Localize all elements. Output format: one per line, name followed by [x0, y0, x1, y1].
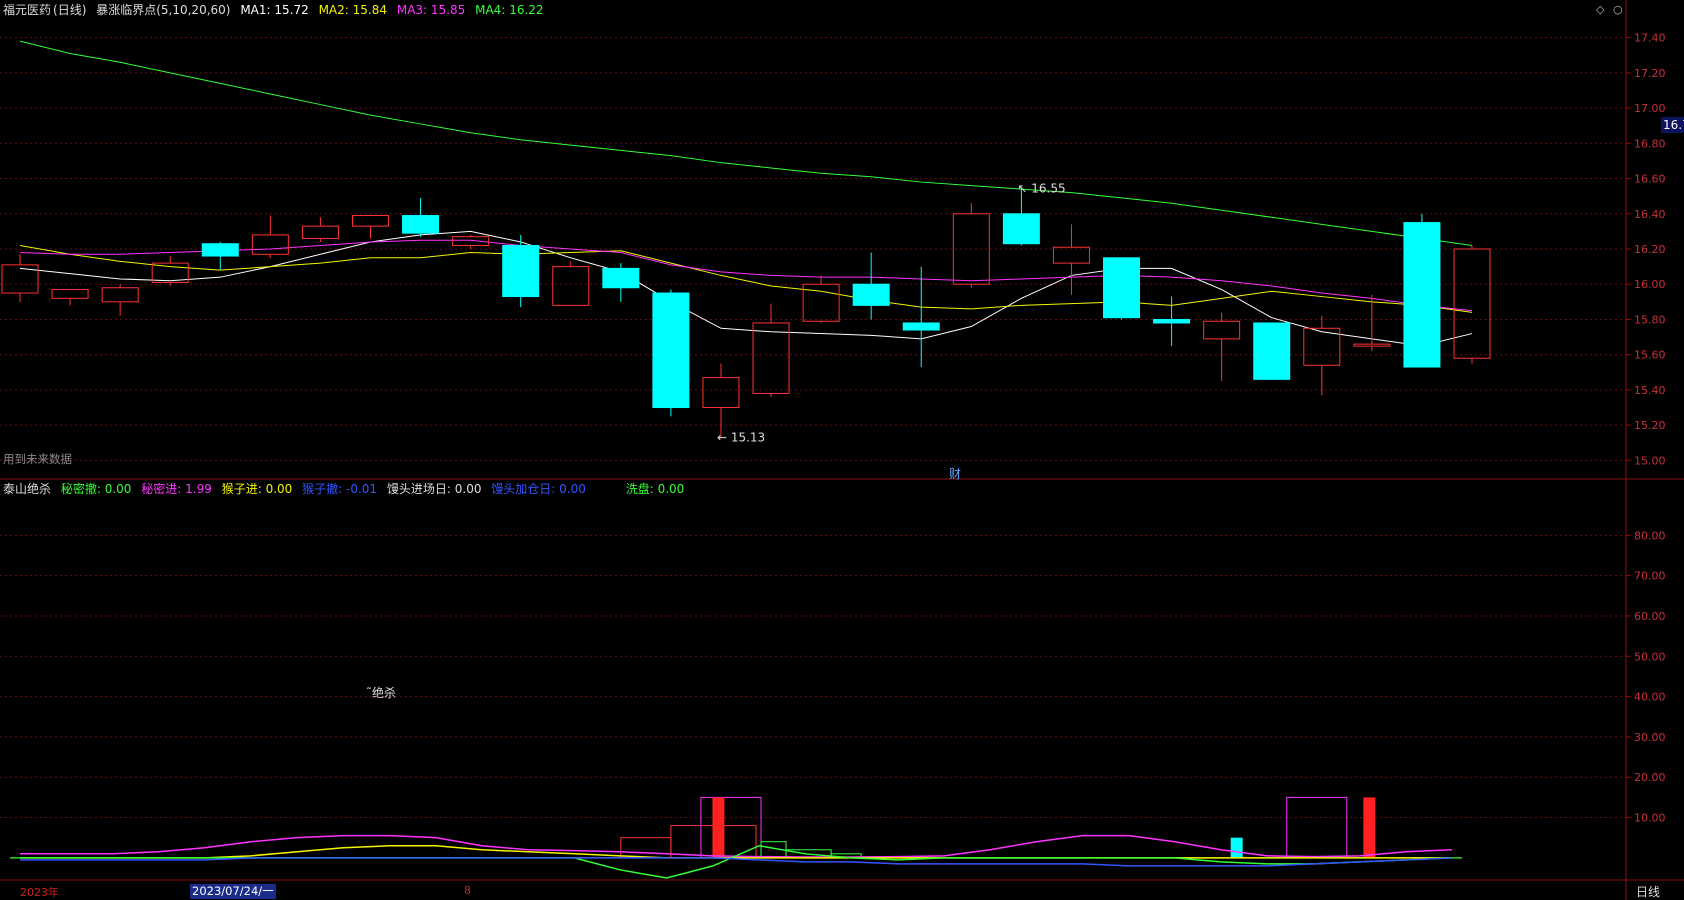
indicator-item: 猴子进: 0.00 — [221, 482, 293, 496]
chart-area: 17.40 17.20 17.00 16.80 16.60 16.40 16.20 16.00… — [0, 0, 1684, 900]
candle-down — [602, 267, 640, 289]
candle-down — [1103, 257, 1141, 319]
indicator-name[interactable]: 暴涨临界点(5,10,20,60) — [96, 3, 230, 17]
price-tick-label: 15.40 — [1634, 384, 1666, 397]
candle-up — [552, 266, 590, 306]
candle-up — [1, 264, 39, 294]
candle-down — [652, 292, 690, 409]
finance-marker[interactable]: 财 — [949, 465, 961, 482]
future-data-note: 用到未来数据 — [3, 452, 72, 466]
candle-up — [1453, 248, 1491, 359]
indicator-item: 洗盘: 0.00 — [625, 482, 685, 496]
candle-down — [1153, 318, 1191, 324]
candle-up — [251, 234, 289, 255]
candle-up — [1052, 246, 1090, 264]
indicator-tick-label: 50.00 — [1634, 650, 1666, 663]
high-price-label: ↖ 16.55 — [1017, 181, 1065, 195]
candle-down — [502, 244, 540, 298]
stock-name[interactable]: 福元医药 — [3, 3, 51, 17]
price-tick-label: 17.00 — [1634, 102, 1666, 115]
cyan-bar — [1230, 837, 1243, 858]
ma2-label: MA2: 15.84 — [318, 3, 388, 17]
ma3-label: MA3: 15.85 — [396, 3, 466, 17]
indicator-tick-label: 10.00 — [1634, 812, 1666, 825]
indicator-tick-label: 30.00 — [1634, 731, 1666, 744]
price-tick-label: 16.80 — [1634, 137, 1666, 150]
candle-down — [402, 215, 440, 234]
kill-bar — [1363, 797, 1376, 858]
kill-annotation: ˜绝杀 — [366, 685, 396, 700]
candle-down — [1002, 213, 1040, 245]
indicator-item: 秘密撤: 0.00 — [60, 482, 132, 496]
price-tick-label: 16.60 — [1634, 173, 1666, 186]
kill-bar — [712, 797, 725, 858]
indicator-item: 馒头进场日: 0.00 — [386, 482, 482, 496]
ma1-label: MA1: 15.72 — [240, 3, 309, 17]
signal-box-magenta — [1286, 796, 1348, 859]
indicator-item: 猴子撤: -0.01 — [302, 482, 378, 496]
price-tick-label: 17.40 — [1634, 32, 1666, 45]
price-tick-label: 15.80 — [1634, 313, 1666, 326]
date-cursor-label: 2023/07/24/一 — [190, 884, 276, 899]
period-button[interactable]: 日线 — [1636, 883, 1660, 900]
candle-up — [702, 377, 740, 409]
indicator-tick-label: 60.00 — [1634, 610, 1666, 623]
price-tick-label: 16.40 — [1634, 208, 1666, 221]
indicator-tick-label: 70.00 — [1634, 570, 1666, 583]
indicator-tick-label: 80.00 — [1634, 529, 1666, 542]
price-tick-label: 16.20 — [1634, 243, 1666, 256]
circle-icon[interactable]: ○ — [1613, 3, 1623, 16]
indicator-item: 馒头加仓日: 0.00 — [491, 482, 586, 496]
indicator-tick-label: 40.00 — [1634, 691, 1666, 704]
price-tick-label: 17.20 — [1634, 67, 1666, 80]
candle-down — [852, 283, 890, 306]
candle-up — [101, 287, 139, 303]
price-tick-label: 16.00 — [1634, 278, 1666, 291]
candle-up — [1203, 320, 1241, 340]
year-axis-label: 2023年 — [20, 886, 59, 899]
period-label: (日线) — [53, 3, 87, 17]
low-price-label: ← 15.13 — [717, 430, 765, 444]
ma4-label: MA4: 16.22 — [475, 3, 544, 17]
candle-up — [351, 215, 389, 227]
candle-up — [752, 322, 790, 394]
indicator-panel-name[interactable]: 泰山绝杀 — [3, 482, 51, 496]
candle-down — [201, 243, 239, 257]
price-tick-label: 15.00 — [1634, 454, 1666, 467]
candle-up — [301, 225, 339, 239]
candle-down — [1403, 222, 1441, 368]
price-tick-label: 15.20 — [1634, 419, 1666, 432]
candle-down — [902, 322, 940, 331]
month-axis-label: 8 — [464, 884, 471, 897]
signal-box-red — [620, 837, 672, 859]
current-price-tag: 16.77 — [1661, 117, 1684, 133]
candle-up — [1353, 343, 1391, 347]
indicator-item: 秘密进: 1.99 — [141, 482, 212, 496]
candle-up — [51, 289, 89, 299]
price-panel-header: 福元医药 (日线) 暴涨临界点(5,10,20,60) MA1: 15.72 MA… — [3, 2, 550, 18]
diamond-icon[interactable]: ◇ — [1596, 3, 1604, 16]
price-tick-label: 15.60 — [1634, 349, 1666, 362]
candle-down — [1253, 322, 1291, 380]
indicator-tick-label: 20.00 — [1634, 771, 1666, 784]
indicator-panel-header: 泰山绝杀 秘密撤: 0.00 秘密进: 1.99 猴子进: 0.00 猴子撤: … — [3, 481, 690, 497]
